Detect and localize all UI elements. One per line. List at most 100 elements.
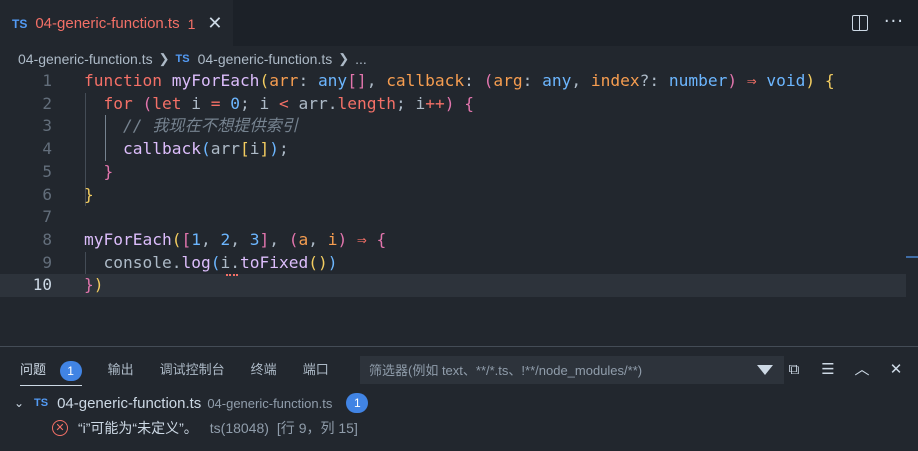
- editor-actions: ···: [851, 12, 904, 32]
- chevron-right-icon: ❯: [338, 51, 350, 66]
- code-line[interactable]: 1 function myForEach(arr: any[], callback…: [0, 70, 906, 93]
- scrollbar-marker: [906, 256, 918, 258]
- line-number: 10: [32, 275, 52, 295]
- code-token: ,: [571, 71, 591, 90]
- more-actions-icon[interactable]: ···: [884, 12, 904, 32]
- code-token: 2: [220, 229, 231, 249]
- code-token: (): [308, 252, 328, 272]
- panel-tab-terminal[interactable]: 终端: [251, 357, 277, 383]
- code-token: ,: [269, 229, 289, 249]
- code-line[interactable]: 4 callback(arr[i]);: [0, 138, 906, 161]
- code-line[interactable]: 10}): [0, 274, 906, 297]
- code-token: ++: [425, 93, 445, 113]
- close-icon[interactable]: ✕: [888, 359, 904, 379]
- code-token: (: [200, 139, 211, 159]
- code-text: callback(arr[i]);: [84, 138, 289, 161]
- code-token: (: [210, 252, 221, 272]
- problem-file-count: 1: [346, 393, 369, 413]
- typescript-file-icon: TS: [175, 53, 190, 65]
- chevron-right-icon: ❯: [158, 51, 170, 66]
- code-token: function: [84, 71, 162, 90]
- code-token: ): [337, 229, 348, 249]
- typescript-file-icon: TS: [12, 16, 28, 31]
- split-editor-icon[interactable]: [851, 15, 868, 31]
- code-token: log: [181, 252, 211, 272]
- code-token: ⇒: [356, 229, 367, 249]
- code-token: ⇒: [746, 71, 757, 90]
- code-text: }): [84, 274, 104, 297]
- chevron-up-icon[interactable]: ︿: [854, 359, 870, 379]
- code-token: ): [805, 71, 816, 90]
- code-line[interactable]: 2 for (let i = 0; i < arr.length; i++) {: [0, 93, 906, 116]
- code-token: (: [288, 229, 299, 249]
- problems-filter[interactable]: [360, 356, 784, 384]
- code-token: <: [278, 93, 289, 113]
- code-line[interactable]: 3 // 我现在不想提供索引: [0, 115, 906, 138]
- panel-tabs: 问题 1 输出 调试控制台 终端 端口: [20, 357, 355, 386]
- problems-count-badge: 1: [59, 360, 82, 381]
- problem-file-group[interactable]: ⌄ TS 04-generic-function.ts 04-generic-f…: [14, 392, 369, 414]
- filter-icon[interactable]: [757, 365, 773, 375]
- panel-tab-label: 问题: [20, 362, 47, 377]
- code-line[interactable]: 5 }: [0, 161, 906, 184]
- code-line[interactable]: 7: [0, 206, 906, 229]
- close-icon[interactable]: ✕: [207, 14, 222, 33]
- panel-tab-debug-console[interactable]: 调试控制台: [160, 357, 225, 383]
- panel-tab-output[interactable]: 输出: [108, 357, 134, 383]
- code-token: {: [824, 71, 835, 90]
- code-token: ; i: [395, 93, 426, 113]
- list-icon[interactable]: ☰: [820, 359, 836, 379]
- code-editor[interactable]: 1 function myForEach(arr: any[], callback…: [0, 70, 918, 416]
- code-token: [: [181, 229, 192, 249]
- code-token: i: [327, 229, 338, 249]
- code-token: callback: [386, 71, 465, 90]
- code-token: void: [766, 71, 806, 90]
- code-text: function myForEach(arr: any[], callback:…: [84, 70, 835, 93]
- code-token: length: [337, 93, 396, 113]
- code-token: console.: [84, 252, 182, 272]
- line-number: 4: [42, 139, 52, 159]
- breadcrumb-symbol[interactable]: 04-generic-function.ts: [198, 51, 333, 67]
- code-token: 3: [249, 229, 260, 249]
- code-token: arr: [269, 71, 299, 90]
- editor-tab-active[interactable]: TS 04-generic-function.ts 1 ✕: [0, 0, 233, 46]
- code-token: =: [210, 93, 221, 113]
- code-token: number: [668, 71, 728, 90]
- code-line[interactable]: 8 myForEach([1, 2, 3], (a, i) ⇒ {: [0, 229, 906, 252]
- chevron-down-icon[interactable]: ⌄: [14, 396, 28, 410]
- code-token: let: [152, 93, 182, 113]
- panel-tab-label: 终端: [250, 362, 277, 377]
- bottom-panel: 问题 1 输出 调试控制台 终端 端口 ⧉ ☰ ︿ ✕ ⌄ TS 04-gene…: [0, 346, 918, 451]
- error-squiggle: [226, 270, 238, 276]
- problem-item[interactable]: ✕ “i”可能为“未定义”。 ts(18048) [行 9，列 15]: [52, 417, 358, 439]
- copy-icon[interactable]: ⧉: [786, 359, 802, 379]
- code-token: :: [522, 71, 543, 90]
- code-token: myForEach: [171, 71, 260, 90]
- code-token: []: [347, 71, 367, 90]
- breadcrumb: 04-generic-function.ts ❯ TS 04-generic-f…: [18, 49, 367, 69]
- breadcrumb-file[interactable]: 04-generic-function.ts: [18, 51, 153, 67]
- line-number: 1: [42, 71, 52, 90]
- code-token: :: [298, 71, 318, 90]
- code-token: a: [298, 229, 309, 249]
- breadcrumb-ellipsis[interactable]: ...: [355, 51, 367, 67]
- panel-tab-ports[interactable]: 端口: [303, 357, 329, 383]
- problem-source: ts(18048): [209, 420, 269, 436]
- code-token: arr.: [288, 93, 338, 113]
- code-token: ): [727, 71, 738, 90]
- filter-input[interactable]: [361, 361, 757, 379]
- code-token: i: [181, 93, 211, 113]
- problem-file-name: 04-generic-function.ts: [57, 394, 202, 412]
- code-text: for (let i = 0; i < arr.length; i++) {: [84, 93, 474, 116]
- code-token: arr: [210, 139, 240, 159]
- code-line[interactable]: 6}: [0, 184, 906, 207]
- line-number: 8: [42, 229, 52, 249]
- code-line[interactable]: 9 console.log(i.toFixed()): [0, 252, 906, 275]
- code-token: ?:: [639, 71, 669, 90]
- panel-tab-problems[interactable]: 问题 1: [20, 357, 82, 386]
